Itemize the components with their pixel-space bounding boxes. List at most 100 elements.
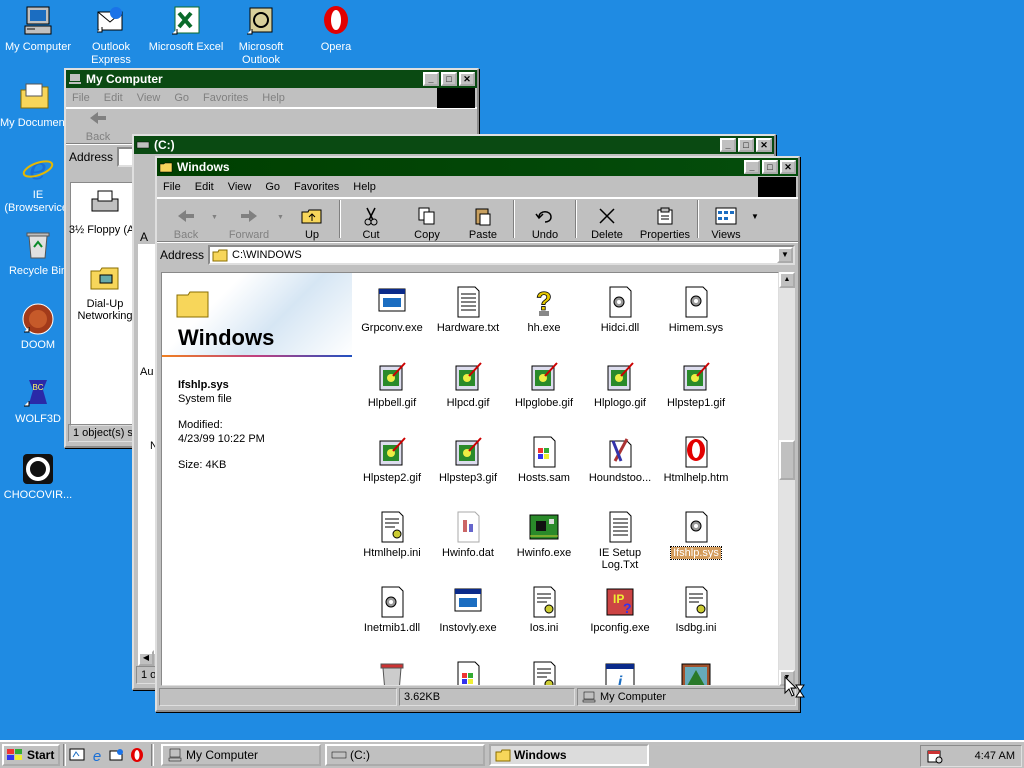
delete-x-icon (599, 208, 615, 224)
menu-view[interactable]: View (228, 181, 252, 193)
desktop-icon-excel[interactable]: Microsoft Excel (148, 4, 224, 54)
close-button[interactable]: ✕ (780, 160, 796, 174)
start-button[interactable]: Start (2, 744, 60, 766)
vertical-scrollbar[interactable]: ▲ ▼ (779, 272, 795, 686)
up-button[interactable]: Up (287, 205, 337, 241)
menu-edit[interactable]: Edit (104, 92, 123, 104)
views-button[interactable]: Views (701, 205, 751, 241)
window-title: (C:) (154, 138, 175, 152)
file-item[interactable]: Hwinfo.dat (430, 510, 506, 559)
desktop-icon-opera[interactable]: Opera (298, 4, 374, 54)
file-item[interactable]: Hwinfo.exe (506, 510, 582, 559)
file-item[interactable]: Hlpstep2.gif (354, 435, 430, 484)
file-item[interactable]: Inetmib1.dll (354, 585, 430, 634)
close-button[interactable]: ✕ (756, 138, 772, 152)
title-bar[interactable]: My Computer _ □ ✕ (66, 70, 477, 88)
file-item[interactable]: Isdbg.ini (658, 585, 734, 634)
ipconfig-icon: IP? (606, 588, 634, 616)
file-item[interactable]: Hlpcd.gif (430, 360, 506, 409)
properties-button[interactable]: Properties (635, 205, 695, 241)
menu-favorites[interactable]: Favorites (203, 92, 248, 104)
file-item[interactable]: ? hh.exe (506, 285, 582, 334)
undo-button[interactable]: Undo (517, 205, 573, 241)
file-item[interactable]: Hardware.txt (430, 285, 506, 334)
opera-icon[interactable] (129, 747, 145, 763)
scroll-up-button[interactable]: ▲ (779, 272, 795, 288)
desktop-icon-outlook-express[interactable]: Outlook Express (73, 4, 149, 67)
menu-file[interactable]: File (72, 92, 90, 104)
desktop-icon-label: Outlook Express (91, 41, 131, 66)
desktop-icon-chocovir[interactable]: CHOCOVIR... (0, 452, 76, 502)
cut-button[interactable]: Cut (343, 205, 399, 241)
maximize-button[interactable]: □ (738, 138, 754, 152)
menu-edit[interactable]: Edit (195, 181, 214, 193)
scroll-arrow-left[interactable]: ◀ (138, 650, 154, 666)
paste-button[interactable]: Paste (455, 205, 511, 241)
menu-view[interactable]: View (137, 92, 161, 104)
file-item[interactable]: IP? Ipconfig.exe (582, 585, 658, 634)
file-item[interactable]: Htmlhelp.htm (658, 435, 734, 484)
file-item[interactable]: Hlplogo.gif (582, 360, 658, 409)
address-dropdown-button[interactable]: ▼ (777, 246, 793, 263)
outlook-icon (247, 7, 273, 35)
scheduler-icon[interactable] (927, 748, 943, 764)
file-item[interactable] (354, 660, 430, 685)
menu-file[interactable]: File (163, 181, 181, 193)
file-item[interactable]: Hosts.sam (506, 435, 582, 484)
file-item[interactable]: Hlpstep3.gif (430, 435, 506, 484)
minimize-button[interactable]: _ (720, 138, 736, 152)
back-dropdown[interactable]: ▼ (211, 214, 221, 221)
ie-icon[interactable]: e (89, 747, 105, 763)
file-item[interactable] (506, 660, 582, 685)
file-item[interactable]: Hlpglobe.gif (506, 360, 582, 409)
file-item[interactable] (430, 660, 506, 685)
desktop-icon-my-computer[interactable]: My Computer (0, 4, 76, 54)
menu-go[interactable]: Go (265, 181, 280, 193)
menu-help[interactable]: Help (262, 92, 285, 104)
file-item[interactable]: Hidci.dll (582, 285, 658, 334)
task-c-drive[interactable]: (C:) (325, 744, 485, 766)
address-input[interactable]: C:\WINDOWS ▼ (208, 244, 795, 265)
file-item[interactable]: i (582, 660, 658, 685)
file-item[interactable]: Hlpbell.gif (354, 360, 430, 409)
file-item[interactable]: Himem.sys (658, 285, 734, 334)
file-item[interactable]: Ios.ini (506, 585, 582, 634)
outlook-express-icon[interactable] (109, 747, 125, 763)
paste-label: Paste (468, 229, 498, 241)
file-item[interactable]: Ifshlp.sys (658, 510, 734, 560)
menu-help[interactable]: Help (353, 181, 376, 193)
show-desktop-icon[interactable] (69, 747, 85, 763)
scroll-thumb[interactable] (779, 440, 795, 480)
title-bar[interactable]: Windows _ □ ✕ (157, 158, 798, 176)
file-item[interactable]: Instovly.exe (430, 585, 506, 634)
views-dropdown[interactable]: ▼ (751, 212, 763, 221)
minimize-button[interactable]: _ (423, 72, 439, 86)
back-button[interactable]: Back (161, 205, 211, 241)
maximize-button[interactable]: □ (762, 160, 778, 174)
file-grid: Grpconv.exe Hardware.txt? hh.exe Hidci.dll H… (352, 273, 778, 685)
forward-button[interactable]: Forward (221, 205, 277, 241)
file-item[interactable]: IE Setup Log.Txt (582, 510, 658, 571)
title-bar[interactable]: (C:) _ □ ✕ (134, 136, 774, 154)
menu-favorites[interactable]: Favorites (294, 181, 339, 193)
forward-dropdown[interactable]: ▼ (277, 214, 287, 221)
delete-button[interactable]: Delete (579, 205, 635, 241)
menu-go[interactable]: Go (174, 92, 189, 104)
clock[interactable]: 4:47 AM (975, 750, 1015, 762)
folder-icon (159, 162, 173, 173)
file-item[interactable]: Grpconv.exe (354, 285, 430, 334)
back-button[interactable]: Back (70, 107, 126, 143)
minimize-button[interactable]: _ (744, 160, 760, 174)
file-item[interactable]: Hlpstep1.gif (658, 360, 734, 409)
close-button[interactable]: ✕ (459, 72, 475, 86)
file-item[interactable]: Htmlhelp.ini (354, 510, 430, 559)
desktop-icon-outlook[interactable]: Microsoft Outlook (223, 4, 299, 67)
desktop-icon-my-documents[interactable]: My Documents (0, 80, 70, 130)
copy-button[interactable]: Copy (399, 205, 455, 241)
task-my-computer[interactable]: My Computer (161, 744, 321, 766)
file-item[interactable] (658, 660, 734, 685)
window-windows[interactable]: Windows _ □ ✕ File Edit View Go Favorite… (155, 156, 800, 712)
task-windows[interactable]: Windows (489, 744, 649, 766)
maximize-button[interactable]: □ (441, 72, 457, 86)
file-item[interactable]: Houndstoo... (582, 435, 658, 484)
